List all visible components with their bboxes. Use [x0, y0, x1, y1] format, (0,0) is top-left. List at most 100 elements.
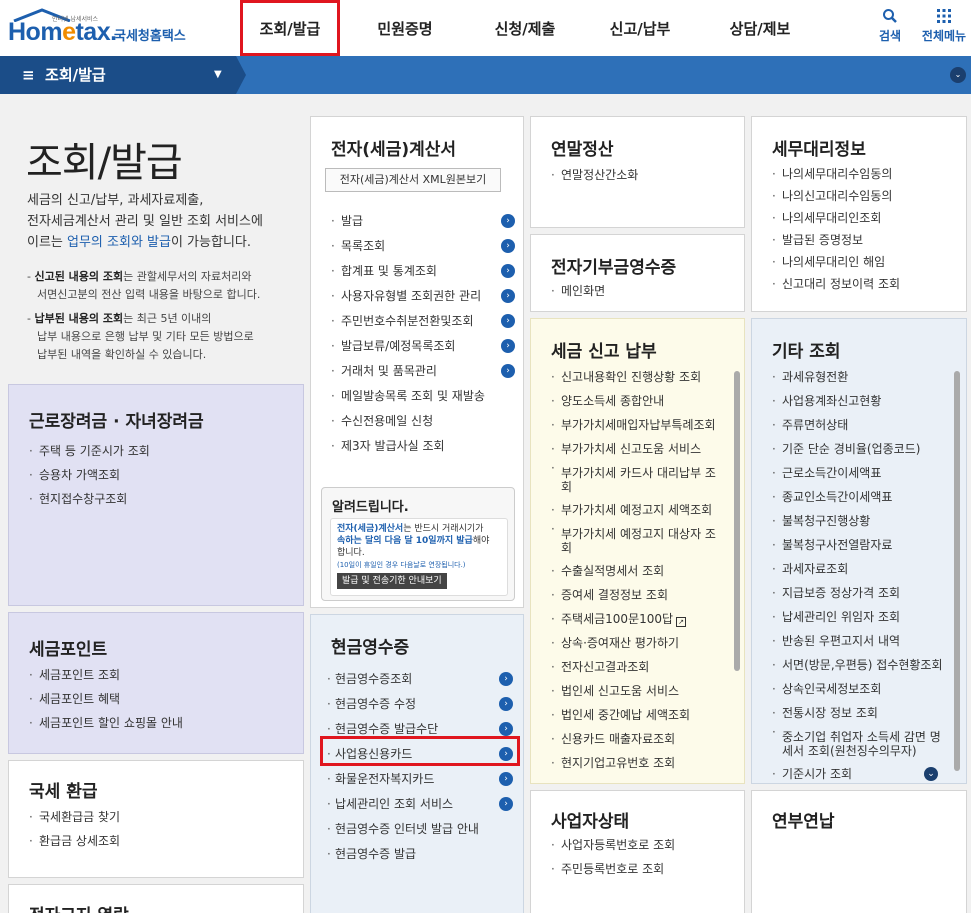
list-item[interactable]: 반송된 우편고지서 내역	[770, 629, 960, 653]
arrow-right-icon[interactable]: ›	[499, 722, 513, 736]
list-item[interactable]: 상속·증여재산 평가하기	[549, 631, 731, 655]
list-item[interactable]: 주민등록번호로 조회	[549, 857, 675, 881]
list-item[interactable]: 수신전용메일 신청	[329, 409, 515, 434]
arrow-right-icon[interactable]: ›	[501, 339, 515, 353]
gnb-certificates[interactable]: 민원증명	[355, 0, 455, 56]
list-item[interactable]: 부가가치세 예정고지 세액조회	[549, 498, 731, 522]
arrow-right-icon[interactable]: ›	[501, 214, 515, 228]
list-item[interactable]: 주민번호수취분전환및조회›	[329, 309, 515, 334]
gnb-apply-submit[interactable]: 신청/제출	[475, 0, 575, 56]
list-item[interactable]: 메일발송목록 조회 및 재발송	[329, 384, 515, 409]
section-selector[interactable]: ≡ 조회/발급	[22, 56, 106, 94]
list-item[interactable]: 주류면허상태	[770, 413, 960, 437]
caret-down-icon[interactable]: ▼	[214, 56, 222, 94]
list-item[interactable]: 현금영수증 수정›	[325, 692, 513, 717]
list-item[interactable]: 신고내용확인 진행상황 조회	[549, 365, 731, 389]
list-item[interactable]: 법인세 중간예납 세액조회	[549, 703, 731, 727]
list-item[interactable]: 주택세금100문100답↗	[549, 607, 731, 631]
arrow-right-icon[interactable]: ›	[499, 672, 513, 686]
list-item[interactable]: 세금포인트 할인 쇼핑몰 안내	[27, 711, 183, 735]
list-item[interactable]: 사용자유형별 조회권한 관리›	[329, 284, 515, 309]
scrollbar[interactable]	[954, 371, 960, 771]
list-item[interactable]: 부가가치세 신고도움 서비스	[549, 437, 731, 461]
list-item[interactable]: 불복청구사전열람자료	[770, 533, 960, 557]
list-item[interactable]: 전통시장 정보 조회	[770, 701, 960, 725]
list-item[interactable]: 화물운전자복지카드›	[325, 767, 513, 792]
arrow-right-icon[interactable]: ›	[499, 797, 513, 811]
list-item[interactable]: 과세유형전환	[770, 365, 960, 389]
list-item[interactable]: 지급보증 정상가격 조회	[770, 581, 960, 605]
list-item[interactable]: 세금포인트 조회	[27, 663, 183, 687]
list-item[interactable]: 나의세무대리인조회	[770, 207, 900, 229]
list-item[interactable]: 현금영수증조회›	[325, 667, 513, 692]
arrow-right-icon[interactable]: ›	[501, 364, 515, 378]
list-item[interactable]: 제3자 발급사실 조회	[329, 434, 515, 459]
list-item[interactable]: 거래처 및 품목관리›	[329, 359, 515, 384]
list-item[interactable]: 나의세무대리인 해임	[770, 251, 900, 273]
logo-wordmark: Hometax.	[8, 18, 117, 46]
gnb-consult-report[interactable]: 상담/제보	[710, 0, 810, 56]
all-menu-button[interactable]: 전체메뉴	[918, 8, 970, 44]
card-title: 현금영수증	[331, 638, 410, 658]
list-item[interactable]: 사업용계좌신고현황	[770, 389, 960, 413]
list-item[interactable]: 세금포인트 혜택	[27, 687, 183, 711]
list-item[interactable]: 상속인국세정보조회	[770, 677, 960, 701]
list-item[interactable]: 중소기업 취업자 소득세 감면 명세서 조회(원천징수의무자)	[770, 725, 960, 762]
list-item[interactable]: 납세관리인 조회 서비스›	[325, 792, 513, 817]
list-item[interactable]: 부가가치세매입자납부특례조회	[549, 413, 731, 437]
list-item[interactable]: 전자신고결과조회	[549, 655, 731, 679]
gnb-lookup-issue[interactable]: 조회/발급	[240, 0, 340, 56]
xml-view-button[interactable]: 전자(세금)계산서 XML원본보기	[325, 168, 501, 192]
list-item[interactable]: 납세관리인 위임자 조회	[770, 605, 960, 629]
list-item[interactable]: 서면(방문,우편등) 접수현황조회	[770, 653, 960, 677]
list-item[interactable]: 수출실적명세서 조회	[549, 559, 731, 583]
list-item[interactable]: 양도소득세 종합안내	[549, 389, 731, 413]
list-item[interactable]: 메인화면	[549, 279, 605, 303]
arrow-right-icon[interactable]: ›	[501, 264, 515, 278]
list-item[interactable]: 환급금 상세조회	[27, 829, 120, 853]
list-item[interactable]: 과세자료조회	[770, 557, 960, 581]
scroll-down-icon[interactable]: ⌄	[924, 767, 938, 781]
list-item[interactable]: 승용차 가액조회	[27, 463, 150, 487]
list-item[interactable]: 연말정산간소화	[549, 163, 638, 187]
list-item[interactable]: 나의신고대리수임동의	[770, 185, 900, 207]
list-item[interactable]: 부가가치세 예정고지 대상자 조회	[549, 522, 731, 559]
list-item[interactable]: 발급›	[329, 209, 515, 234]
list-item[interactable]: 발급보류/예정목록조회›	[329, 334, 515, 359]
gnb-file-pay[interactable]: 신고/납부	[590, 0, 690, 56]
list-item[interactable]: 부가가치세 카드사 대리납부 조회	[549, 461, 731, 498]
list-item[interactable]: 발급된 증명정보	[770, 229, 900, 251]
arrow-right-icon[interactable]: ›	[501, 239, 515, 253]
list-item[interactable]: 증여세 결정정보 조회	[549, 583, 731, 607]
search-button[interactable]: 검색	[870, 8, 910, 44]
list-item[interactable]: 사업자등록번호로 조회	[549, 833, 675, 857]
list-item[interactable]: 종교인소득간이세액표	[770, 485, 960, 509]
list-item[interactable]: 현금영수증 인터넷 발급 안내	[325, 817, 513, 842]
list-item[interactable]: 현금영수증 발급	[325, 842, 513, 867]
list-item[interactable]: 주택 등 기준시가 조회	[27, 439, 150, 463]
hometax-logo[interactable]: 인터넷 납세서비스 Hometax. 국세청홈택스	[8, 8, 208, 48]
arrow-right-icon[interactable]: ›	[501, 289, 515, 303]
list-item[interactable]: 국세환급금 찾기	[27, 805, 120, 829]
list-item[interactable]: 법인세 신고도움 서비스	[549, 679, 731, 703]
list-item[interactable]: 나의세무대리수임동의	[770, 163, 900, 185]
list-item[interactable]: 불복청구진행상황	[770, 509, 960, 533]
arrow-right-icon[interactable]: ›	[499, 772, 513, 786]
list-item[interactable]: 기준 단순 경비율(업종코드)	[770, 437, 960, 461]
deadline-guide-button[interactable]: 발급 및 전송기한 안내보기	[337, 573, 447, 589]
scrollbar[interactable]	[734, 371, 740, 671]
arrow-right-icon[interactable]: ›	[501, 314, 515, 328]
list-item[interactable]: 목록조회›	[329, 234, 515, 259]
arrow-right-icon[interactable]: ›	[499, 697, 513, 711]
list-item[interactable]: 근로소득간이세액표	[770, 461, 960, 485]
highlight-box	[320, 736, 520, 766]
list-item[interactable]: 신용카드 매출자료조회	[549, 727, 731, 751]
list-item[interactable]: 현지접수창구조회	[27, 487, 150, 511]
card-title: 세금포인트	[29, 640, 108, 660]
list-item[interactable]: 합계표 및 통계조회›	[329, 259, 515, 284]
card-tax-refund: 국세 환급 국세환급금 찾기 환급금 상세조회	[8, 760, 304, 878]
card-labor-incentive: 근로장려금 · 자녀장려금 주택 등 기준시가 조회 승용차 가액조회 현지접수…	[8, 384, 304, 606]
list-item[interactable]: 신고대리 정보이력 조회	[770, 273, 900, 295]
chevron-down-icon[interactable]: ⌄	[950, 67, 966, 83]
list-item[interactable]: 현지기업고유번호 조회	[549, 751, 731, 775]
